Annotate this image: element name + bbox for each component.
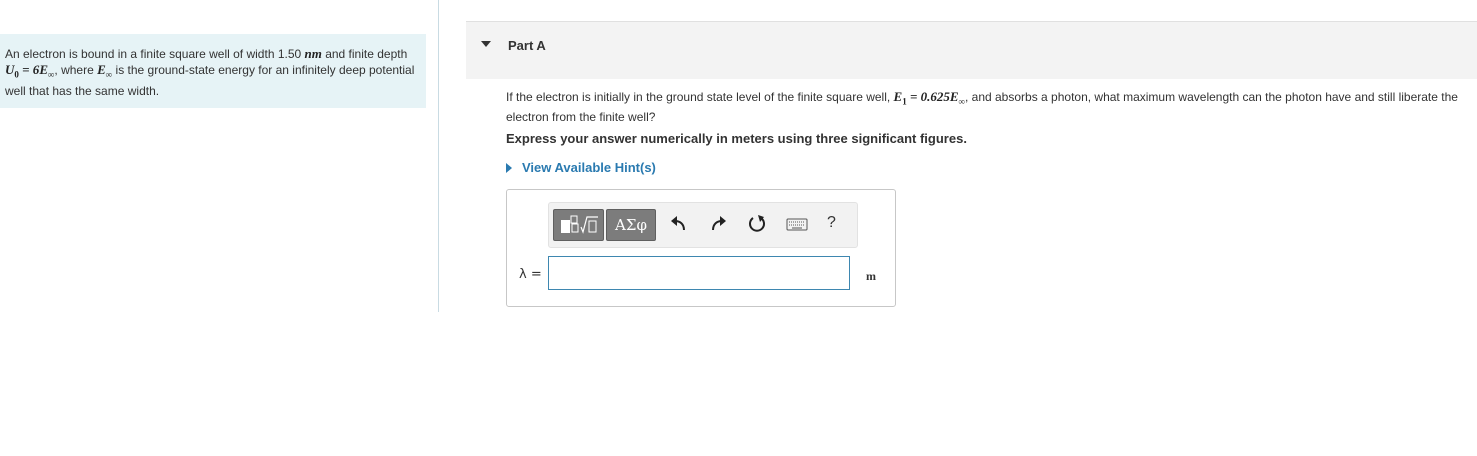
- answer-input[interactable]: [548, 256, 850, 290]
- math-symbol: U: [5, 62, 15, 77]
- templates-button[interactable]: [553, 209, 604, 241]
- view-hints-link[interactable]: View Available Hint(s): [506, 160, 656, 175]
- answer-instruction: Express your answer numerically in meter…: [506, 131, 967, 146]
- templates-icon: [561, 215, 598, 234]
- keyboard-button[interactable]: [785, 213, 808, 235]
- math-expression: E∞: [97, 62, 112, 80]
- math-symbol: E: [39, 62, 48, 77]
- math-expression: = 6: [19, 62, 39, 77]
- math-toolbar: ΑΣφ ?: [548, 202, 858, 248]
- keyboard-icon: [786, 218, 808, 231]
- answer-box: ΑΣφ ? λ = m: [506, 189, 896, 307]
- math-symbol: = 0.625: [906, 89, 950, 104]
- part-a-header[interactable]: Part A: [466, 21, 1477, 79]
- math-expression: E1: [893, 89, 907, 107]
- caret-right-icon: [506, 162, 512, 173]
- text-run: and finite depth: [321, 47, 408, 61]
- reset-icon: [749, 215, 765, 232]
- math-symbol: E: [97, 62, 106, 77]
- text-run: An electron is bound in a finite square …: [5, 47, 305, 61]
- reset-button[interactable]: [746, 213, 768, 235]
- hint-link-label: View Available Hint(s): [522, 160, 656, 175]
- answer-unit: m: [866, 269, 876, 283]
- question-text: If the electron is initially in the grou…: [506, 89, 1471, 125]
- math-expression: E∞: [949, 89, 965, 107]
- text-run: , where: [54, 63, 98, 77]
- math-symbol: nm: [304, 46, 322, 61]
- math-expression: nm: [305, 46, 322, 61]
- math-expression: U0: [5, 62, 19, 80]
- undo-icon: [671, 216, 685, 231]
- part-title: Part A: [508, 38, 546, 53]
- help-button[interactable]: ?: [827, 212, 843, 234]
- problem-intro-text: An electron is bound in a finite square …: [5, 46, 417, 99]
- math-expression: E∞: [39, 62, 54, 80]
- text-run: If the electron is initially in the grou…: [506, 90, 894, 104]
- math-symbol: = 6: [18, 62, 40, 77]
- collapse-caret-icon[interactable]: [481, 41, 491, 47]
- redo-icon: [712, 216, 726, 231]
- answer-variable-label: λ =: [519, 267, 542, 282]
- undo-button[interactable]: [668, 213, 690, 235]
- redo-button[interactable]: [707, 213, 729, 235]
- problem-intro-panel: An electron is bound in a finite square …: [0, 34, 426, 108]
- column-divider: [438, 0, 439, 312]
- math-expression: = 0.625: [907, 89, 950, 104]
- math-symbol: E: [893, 89, 903, 104]
- math-symbol: E: [949, 89, 959, 104]
- greek-symbols-button[interactable]: ΑΣφ: [606, 209, 656, 241]
